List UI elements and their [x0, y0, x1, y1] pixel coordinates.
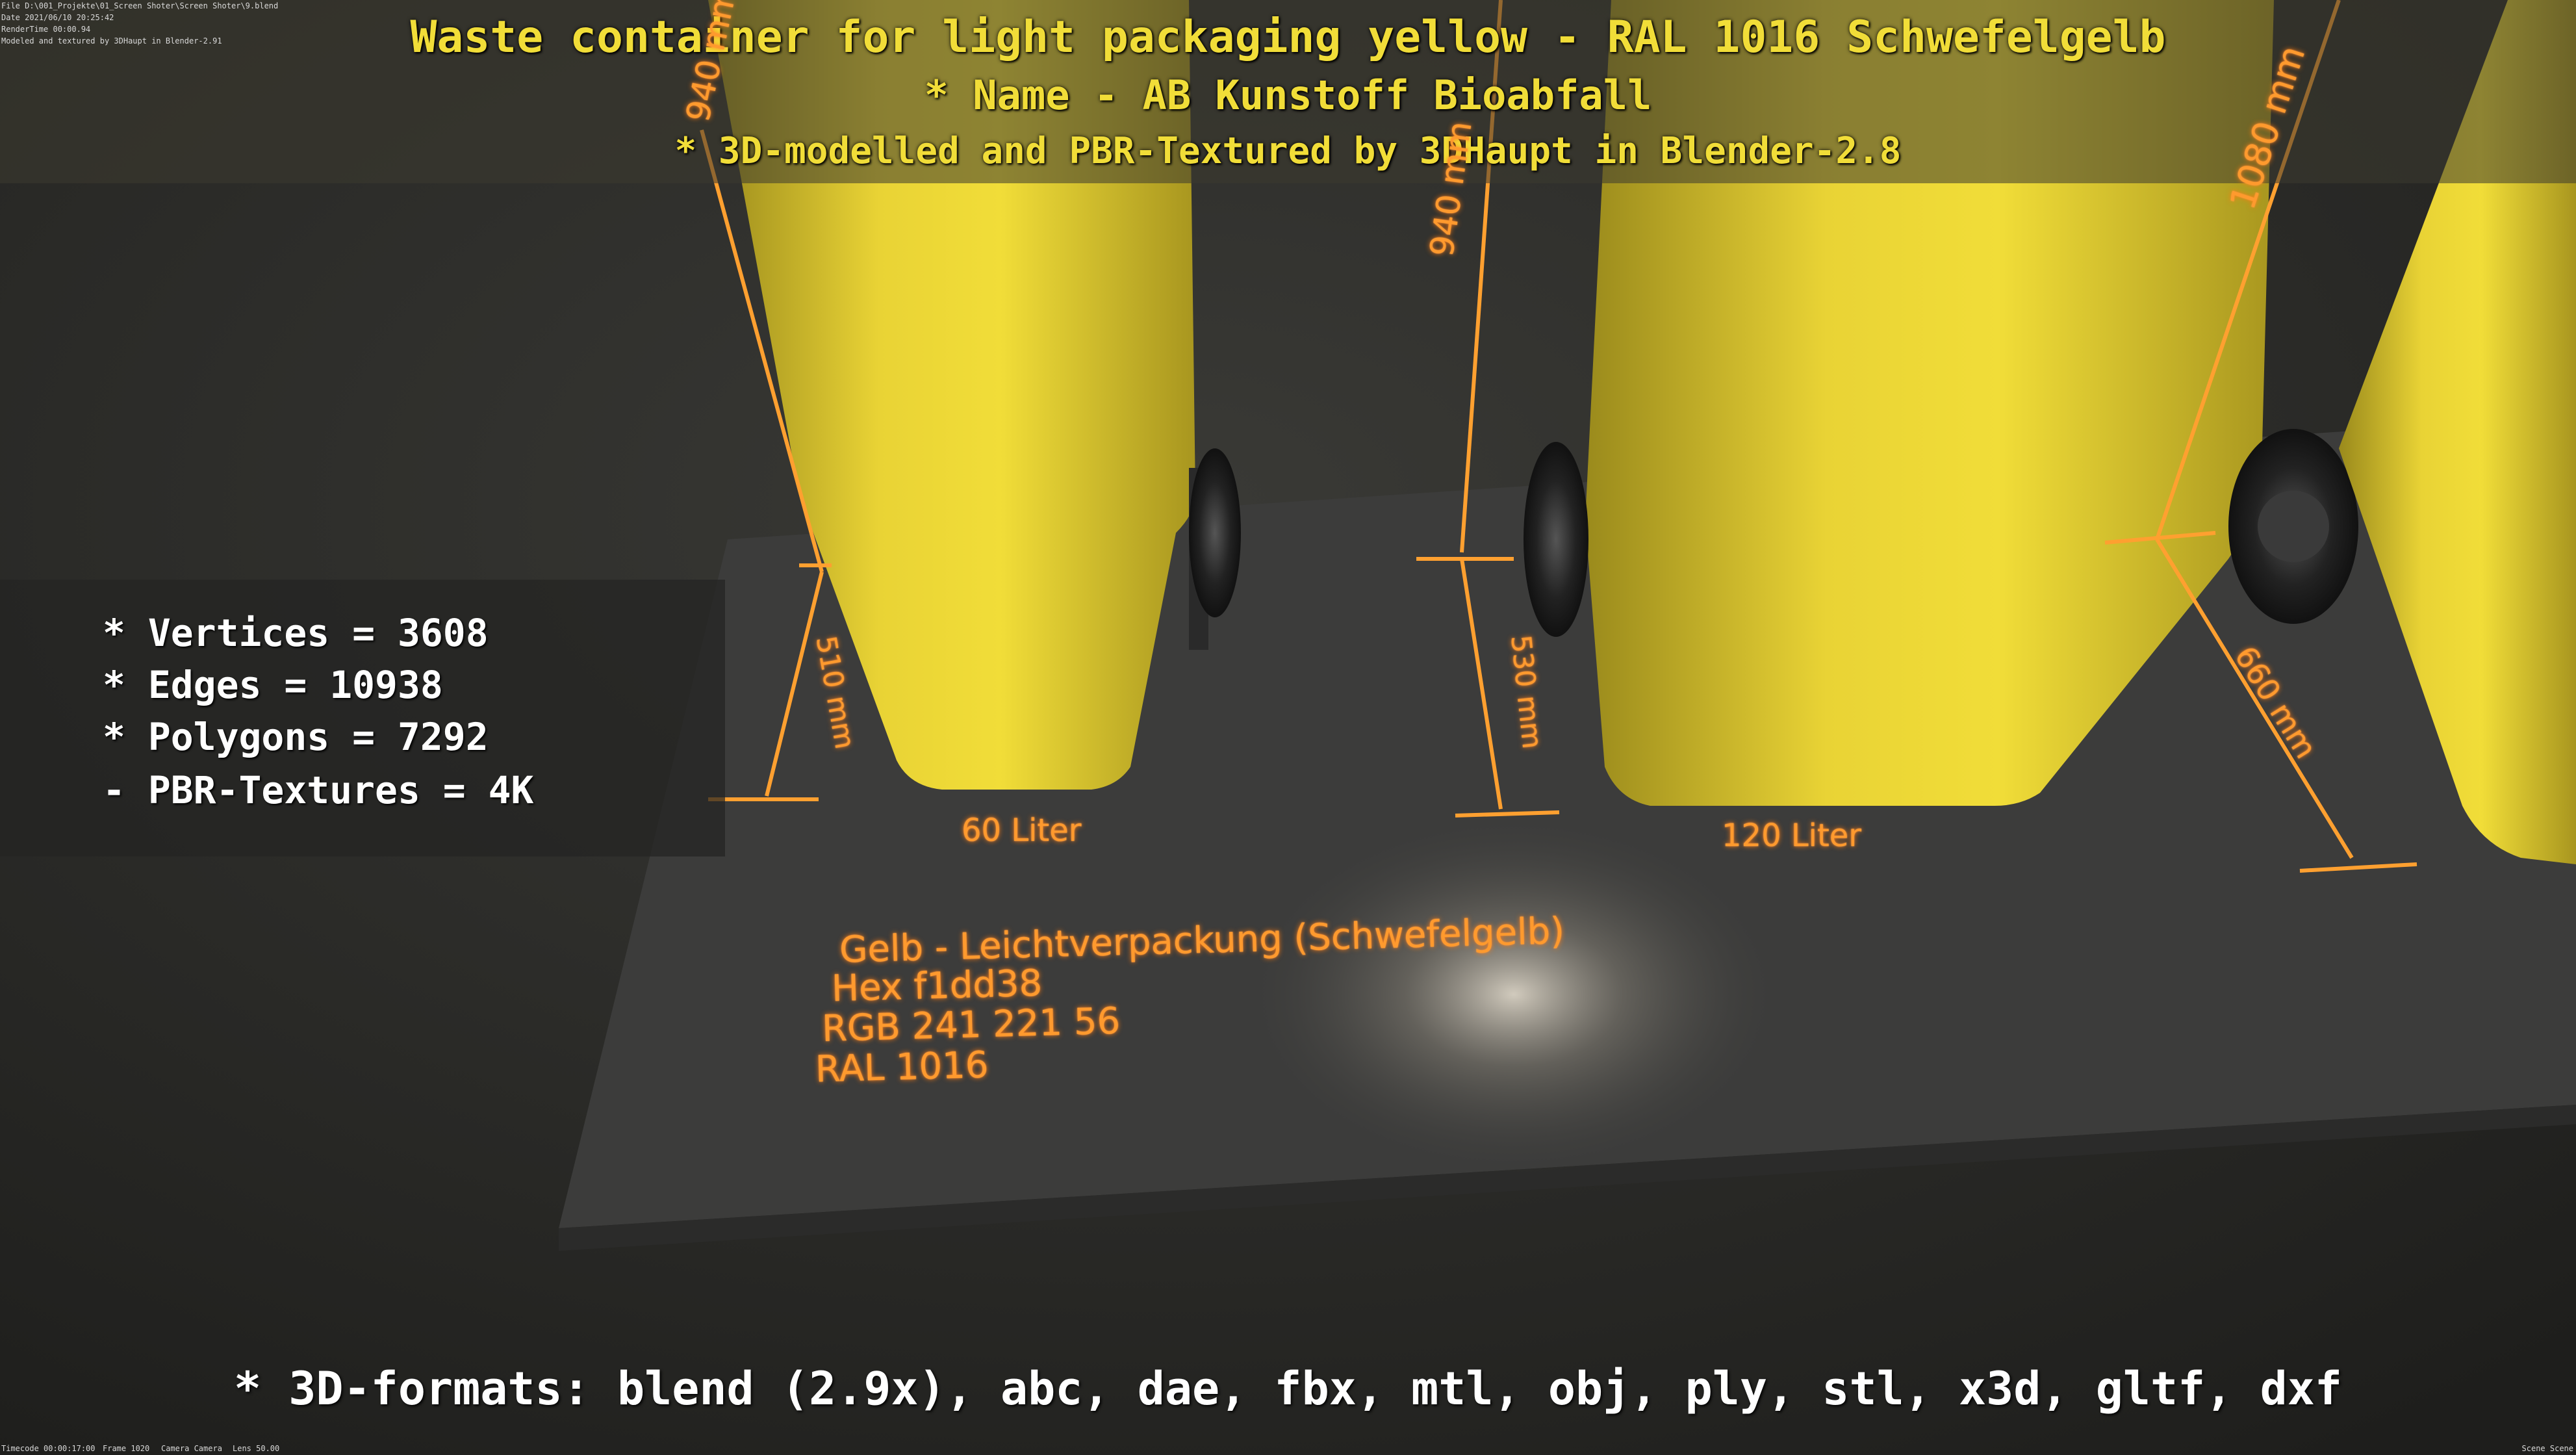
render-time: RenderTime 00:00.94: [1, 25, 91, 34]
formats-line: * 3D-formats: blend (2.9x), abc, dae, fb…: [233, 1362, 2343, 1415]
render-date: Date 2021/06/10 20:25:42: [1, 13, 114, 22]
color-rgb-label: RGB 241 221 56: [821, 1000, 1121, 1050]
stat-textures: - PBR-Textures = 4K: [103, 768, 534, 812]
wheel-icon: [1524, 442, 1588, 637]
credit-line: * 3D-modelled and PBR-Textured by 3DHaup…: [674, 130, 1902, 172]
stat-vertices: * Vertices = 3608: [103, 611, 489, 655]
wheel-icon: [1189, 448, 1241, 617]
footer-frame: Frame 1020: [103, 1444, 150, 1453]
stat-polygons: * Polygons = 7292: [103, 715, 489, 759]
footer-lens: Lens 50.00: [233, 1444, 280, 1453]
render-file-path: File D:\001_Projekte\01_Screen Shoter\Sc…: [1, 1, 279, 10]
render-credit: Modeled and textured by 3DHaupt in Blend…: [1, 36, 222, 45]
capacity-label-120: 120 Liter: [1722, 818, 1862, 854]
capacity-label-60: 60 Liter: [962, 812, 1082, 849]
page-title: Waste container for light packaging yell…: [410, 12, 2166, 63]
color-ral-label: RAL 1016: [815, 1044, 989, 1091]
footer-timecode: Timecode 00:00:17:00: [1, 1444, 96, 1453]
model-name: * Name - AB Kunstoff Bioabfall: [924, 71, 1652, 119]
footer-camera: Camera Camera: [161, 1444, 222, 1453]
footer-scene: Scene Scene: [2521, 1444, 2573, 1453]
stat-edges: * Edges = 10938: [103, 663, 443, 707]
